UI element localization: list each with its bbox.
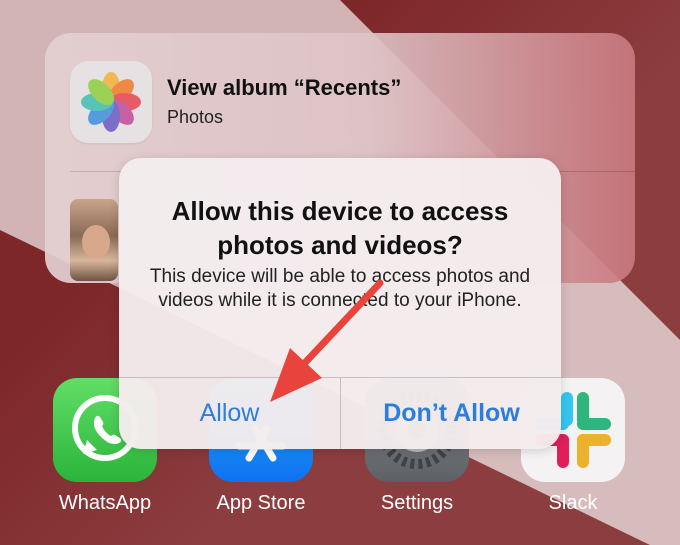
dock-label-app-store: App Store bbox=[216, 492, 306, 514]
thumbnail-face bbox=[82, 225, 110, 259]
dock-label-slack: Slack bbox=[548, 492, 598, 514]
widget-title: View album “Recents” bbox=[167, 75, 402, 100]
alert-title: Allow this device to access photos and v… bbox=[171, 196, 509, 260]
photos-app-icon bbox=[70, 61, 152, 143]
dock-label-settings: Settings bbox=[380, 492, 454, 514]
photo-thumbnail[interactable] bbox=[70, 199, 118, 281]
widget-subtitle: Photos bbox=[167, 107, 224, 127]
alert-message: This device will be able to access photo… bbox=[149, 266, 531, 311]
allow-button[interactable]: Allow bbox=[119, 378, 340, 449]
widget-album-row[interactable]: View album “Recents” Photos bbox=[45, 33, 635, 171]
dock-label-whatsapp: WhatsApp bbox=[58, 492, 152, 514]
permission-alert: Allow this device to access photos and v… bbox=[119, 158, 561, 449]
dont-allow-button[interactable]: Don’t Allow bbox=[341, 378, 561, 449]
